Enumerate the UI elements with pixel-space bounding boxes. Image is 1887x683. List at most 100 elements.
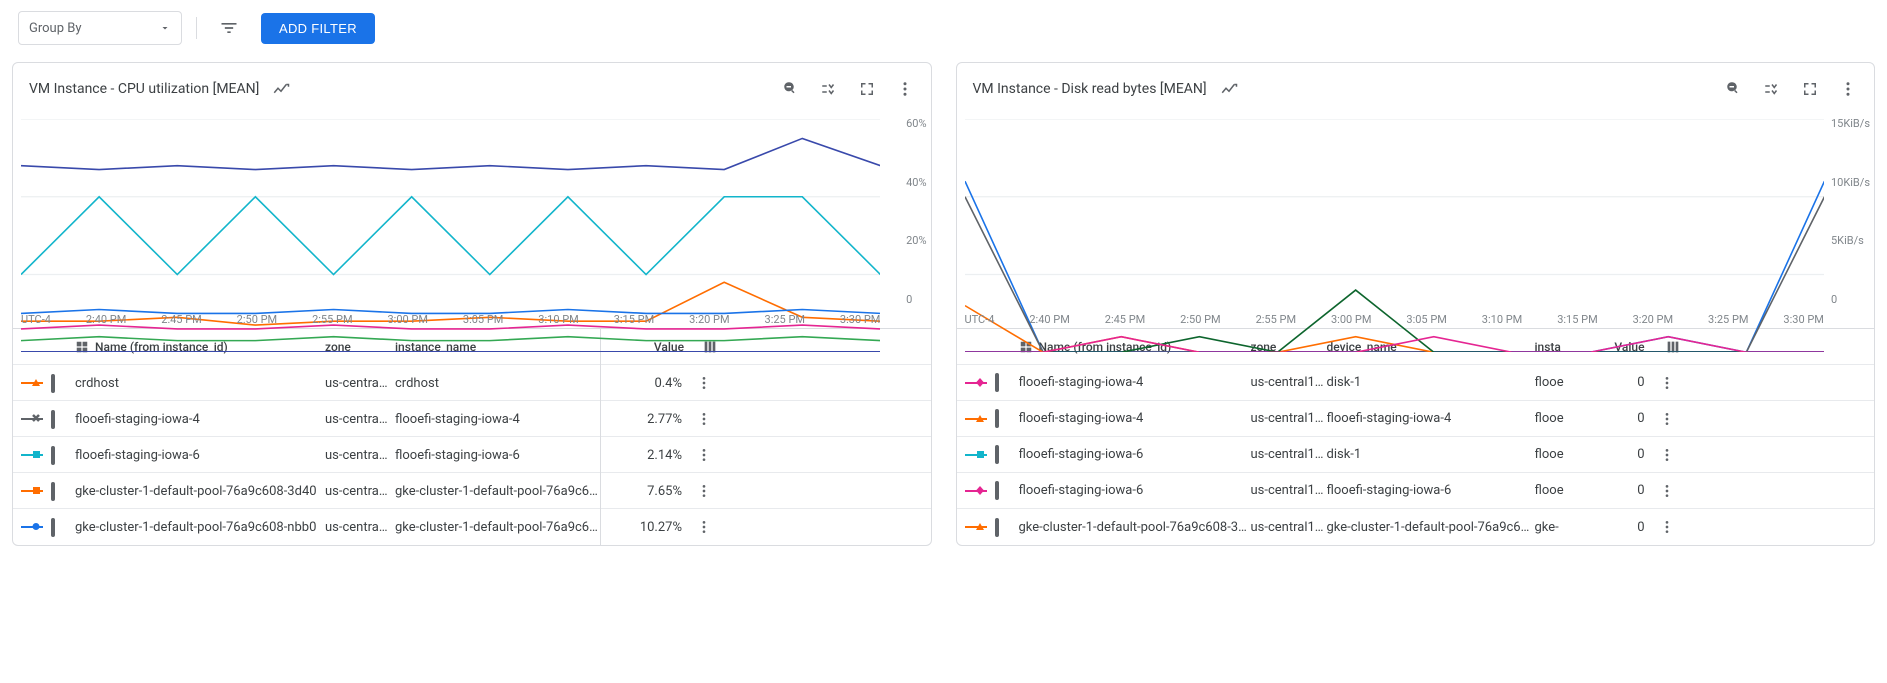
row-checkbox[interactable] bbox=[995, 445, 999, 464]
row-menu-button[interactable] bbox=[690, 375, 718, 391]
row-zone: us-central1… bbox=[1251, 520, 1327, 535]
legend-swatch bbox=[21, 412, 43, 426]
row-device: disk-1 bbox=[1327, 375, 1535, 390]
more-vert-icon bbox=[896, 80, 914, 98]
row-instance: crdhost bbox=[395, 376, 600, 391]
row-inst: flooe bbox=[1535, 411, 1587, 426]
row-menu-button[interactable] bbox=[690, 447, 718, 463]
row-zone: us-central1… bbox=[1251, 375, 1327, 390]
metrics-explorer-icon-button[interactable] bbox=[1217, 77, 1241, 101]
line-chart-icon bbox=[272, 80, 290, 98]
more-vert-icon bbox=[1839, 80, 1857, 98]
row-menu-button[interactable] bbox=[1653, 375, 1681, 391]
row-value: 0 bbox=[1587, 375, 1653, 390]
fullscreen-icon bbox=[858, 80, 876, 98]
legend-swatch bbox=[965, 376, 987, 390]
zoom-out-icon bbox=[782, 80, 800, 98]
table-row[interactable]: gke-cluster-1-default-pool-76a9c608-3d40… bbox=[13, 473, 931, 509]
cpu-chart[interactable]: 60%40%20%0 UTC-42:40 PM2:45 PM2:50 PM2:5… bbox=[13, 113, 931, 328]
row-name: flooefi-staging-iowa-6 bbox=[1019, 483, 1251, 498]
row-zone: us-central1… bbox=[1251, 411, 1327, 426]
row-checkbox[interactable] bbox=[51, 374, 55, 393]
row-menu-button[interactable] bbox=[690, 519, 718, 535]
table-row[interactable]: flooefi-staging-iowa-4us-centra…flooefi-… bbox=[13, 401, 931, 437]
reset-zoom-button[interactable] bbox=[775, 73, 807, 105]
row-menu-button[interactable] bbox=[1653, 447, 1681, 463]
row-device: disk-1 bbox=[1327, 447, 1535, 462]
fullscreen-button[interactable] bbox=[1794, 73, 1826, 105]
row-value: 0 bbox=[1587, 447, 1653, 462]
legend-swatch bbox=[21, 448, 43, 462]
add-filter-button[interactable]: Add Filter bbox=[261, 13, 375, 44]
row-name: flooefi-staging-iowa-4 bbox=[75, 412, 325, 427]
legend-toggle-button[interactable] bbox=[813, 73, 845, 105]
fullscreen-button[interactable] bbox=[851, 73, 883, 105]
panel-menu-button[interactable] bbox=[1832, 73, 1864, 105]
table-row[interactable]: flooefi-staging-iowa-4us-central1…flooef… bbox=[957, 401, 1875, 437]
row-zone: us-central1… bbox=[1251, 483, 1327, 498]
row-inst: flooe bbox=[1535, 375, 1587, 390]
row-value: 2.14% bbox=[600, 437, 690, 473]
row-menu-button[interactable] bbox=[1653, 483, 1681, 499]
table-row[interactable]: gke-cluster-1-default-pool-76a9c608-3d40… bbox=[957, 509, 1875, 545]
disk-chart[interactable]: 15KiB/s10KiB/s5KiB/s0 UTC-42:40 PM2:45 P… bbox=[957, 113, 1875, 328]
row-name: gke-cluster-1-default-pool-76a9c608-nbb0 bbox=[75, 520, 325, 535]
row-checkbox[interactable] bbox=[995, 373, 999, 392]
disk-x-axis: UTC-42:40 PM2:45 PM2:50 PM2:55 PM3:00 PM… bbox=[965, 313, 1825, 326]
row-zone: us-centra… bbox=[325, 376, 395, 391]
group-by-dropdown[interactable]: Group By bbox=[18, 11, 182, 45]
row-name: flooefi-staging-iowa-6 bbox=[1019, 447, 1251, 462]
row-name: flooefi-staging-iowa-4 bbox=[1019, 375, 1251, 390]
chevron-down-icon bbox=[159, 22, 171, 34]
legend-swatch bbox=[21, 484, 43, 498]
table-row[interactable]: gke-cluster-1-default-pool-76a9c608-nbb0… bbox=[13, 509, 931, 545]
disk-y-axis: 15KiB/s10KiB/s5KiB/s0 bbox=[1831, 117, 1870, 306]
row-menu-button[interactable] bbox=[1653, 519, 1681, 535]
reset-zoom-button[interactable] bbox=[1718, 73, 1750, 105]
filter-icon-button[interactable] bbox=[211, 10, 247, 46]
row-device: flooefi-staging-iowa-4 bbox=[1327, 411, 1535, 426]
table-row[interactable]: flooefi-staging-iowa-6us-central1…flooef… bbox=[957, 473, 1875, 509]
legend-icon bbox=[820, 80, 838, 98]
row-menu-button[interactable] bbox=[1653, 411, 1681, 427]
cpu-y-axis: 60%40%20%0 bbox=[906, 117, 926, 306]
row-instance: gke-cluster-1-default-pool-76a9c608-3d40 bbox=[395, 484, 600, 499]
row-checkbox[interactable] bbox=[995, 518, 999, 537]
row-checkbox[interactable] bbox=[51, 446, 55, 465]
row-instance: flooefi-staging-iowa-6 bbox=[395, 448, 600, 463]
table-row[interactable]: flooefi-staging-iowa-6us-central1…disk-1… bbox=[957, 437, 1875, 473]
row-menu-button[interactable] bbox=[690, 483, 718, 499]
row-name: gke-cluster-1-default-pool-76a9c608-3d40 bbox=[1019, 520, 1251, 535]
row-value: 7.65% bbox=[600, 473, 690, 509]
row-value: 0 bbox=[1587, 520, 1653, 535]
metrics-explorer-icon-button[interactable] bbox=[269, 77, 293, 101]
table-row[interactable]: flooefi-staging-iowa-6us-centra…flooefi-… bbox=[13, 437, 931, 473]
row-menu-button[interactable] bbox=[690, 411, 718, 427]
row-checkbox[interactable] bbox=[51, 482, 55, 501]
legend-swatch bbox=[965, 412, 987, 426]
table-row[interactable]: crdhostus-centra…crdhost0.4% bbox=[13, 365, 931, 401]
row-device: flooefi-staging-iowa-6 bbox=[1327, 483, 1535, 498]
row-zone: us-centra… bbox=[325, 484, 395, 499]
row-name: gke-cluster-1-default-pool-76a9c608-3d40 bbox=[75, 484, 325, 499]
legend-swatch bbox=[965, 520, 987, 534]
row-zone: us-centra… bbox=[325, 520, 395, 535]
row-name: flooefi-staging-iowa-6 bbox=[75, 448, 325, 463]
row-checkbox[interactable] bbox=[995, 409, 999, 428]
panel-menu-button[interactable] bbox=[889, 73, 921, 105]
filter-list-icon bbox=[219, 18, 239, 38]
row-value: 0 bbox=[1587, 411, 1653, 426]
row-checkbox[interactable] bbox=[51, 410, 55, 429]
row-inst: gke- bbox=[1535, 520, 1587, 535]
legend-swatch bbox=[21, 376, 43, 390]
row-checkbox[interactable] bbox=[51, 518, 55, 537]
fullscreen-icon bbox=[1801, 80, 1819, 98]
legend-toggle-button[interactable] bbox=[1756, 73, 1788, 105]
group-by-label: Group By bbox=[29, 21, 82, 36]
row-value: 0 bbox=[1587, 483, 1653, 498]
disk-panel-title: VM Instance - Disk read bytes [MEAN] bbox=[973, 81, 1207, 97]
row-inst: flooe bbox=[1535, 483, 1587, 498]
row-inst: flooe bbox=[1535, 447, 1587, 462]
table-row[interactable]: flooefi-staging-iowa-4us-central1…disk-1… bbox=[957, 365, 1875, 401]
row-checkbox[interactable] bbox=[995, 481, 999, 500]
